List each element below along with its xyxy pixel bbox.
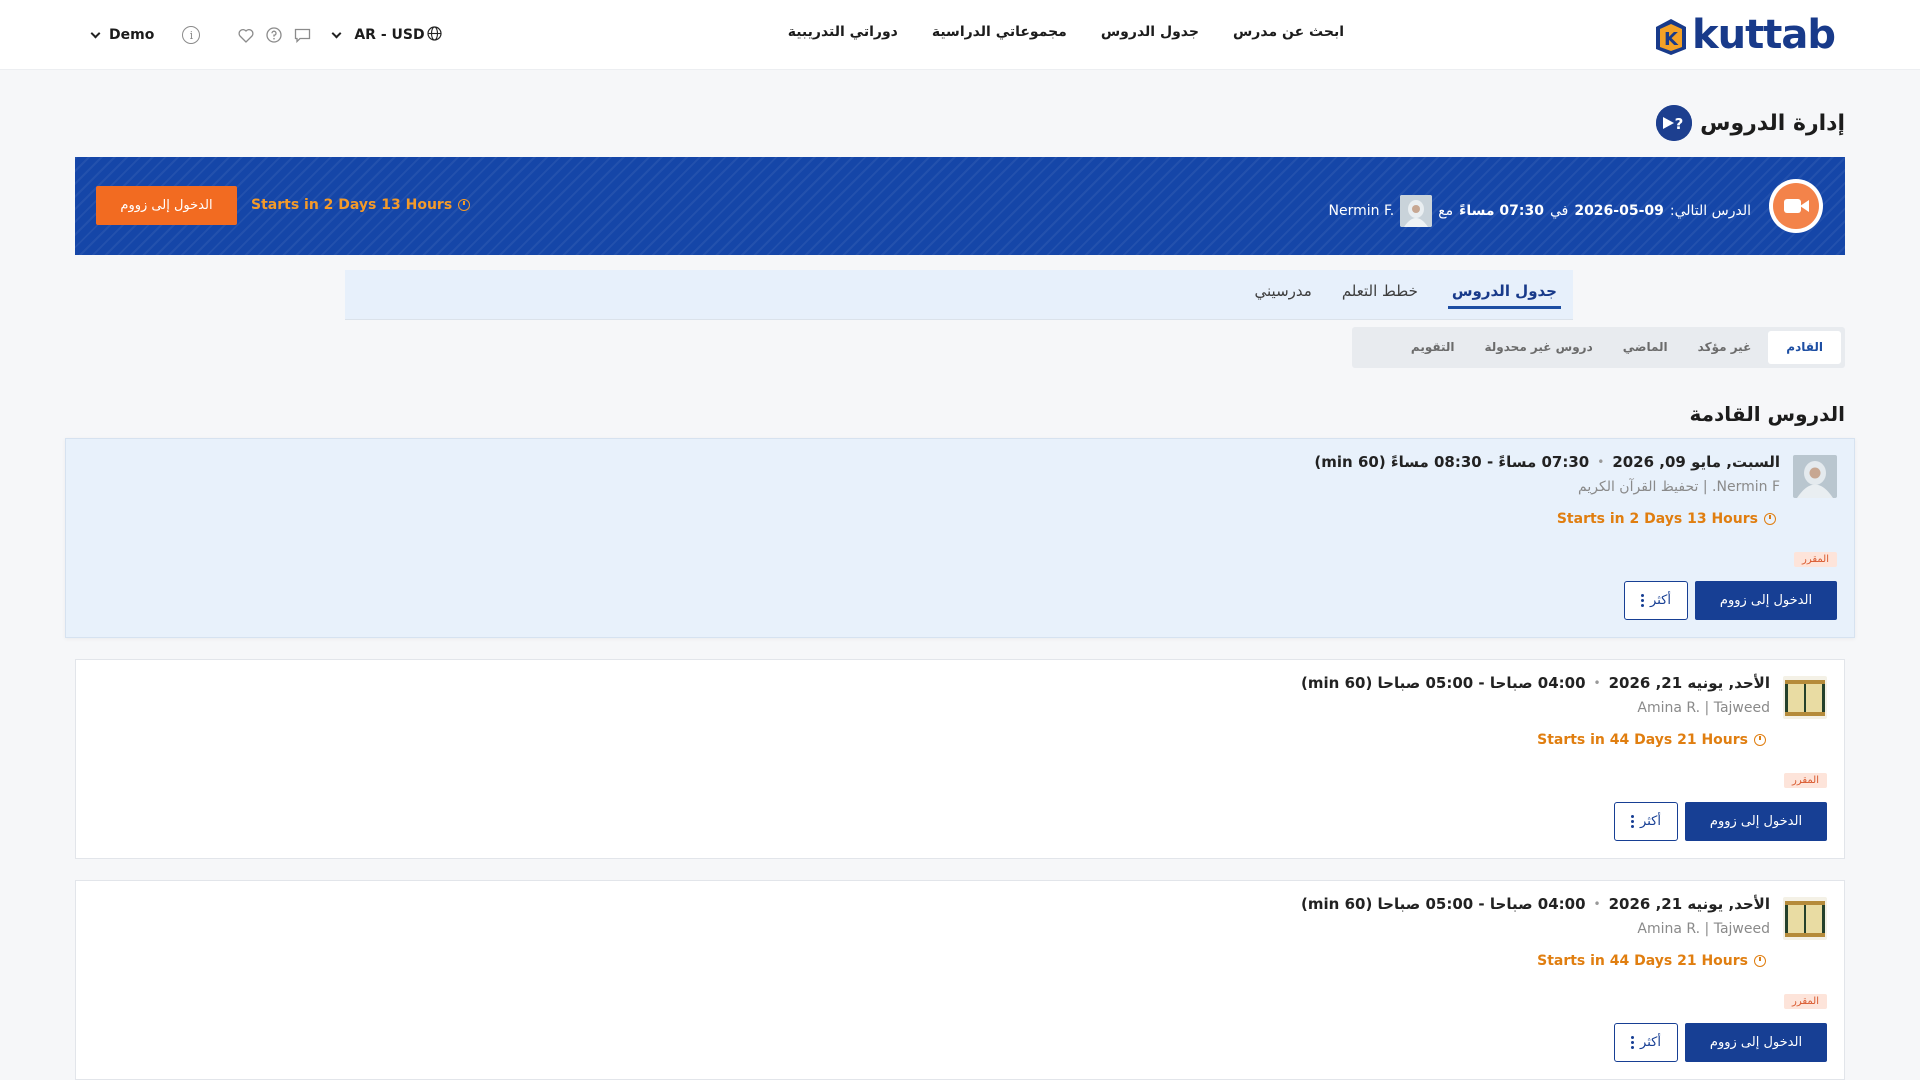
lesson-countdown: Starts in 44 Days 21 Hours xyxy=(1537,953,1766,969)
header-utilities: Demo i AR - USD xyxy=(90,22,442,48)
lesson-countdown: Starts in 44 Days 21 Hours xyxy=(1537,732,1766,748)
nav-find-teacher[interactable]: ابحث عن مدرس xyxy=(1233,24,1344,40)
globe-icon xyxy=(426,25,442,45)
help-video-icon[interactable]: ? xyxy=(1656,105,1693,141)
kebab-icon xyxy=(1631,1036,1635,1049)
lesson-time: 04:00 صباحا - 05:00 صباحا (60 min) xyxy=(1301,674,1586,692)
user-menu[interactable]: Demo xyxy=(90,27,155,43)
kebab-icon xyxy=(1641,594,1645,607)
lesson-teacher-course: Amina R. | Tajweed xyxy=(1637,921,1770,937)
more-button-label: أكثر xyxy=(1650,593,1671,608)
lesson-teacher-course: Amina R. | Tajweed xyxy=(1637,700,1770,716)
clock-icon xyxy=(1764,513,1776,525)
subtab-calendar[interactable]: التقويم xyxy=(1398,331,1468,364)
status-badge: المقرر xyxy=(1783,773,1827,788)
tab-my-teachers[interactable]: مدرسيني xyxy=(1255,282,1312,309)
next-lesson-info: الدرس التالي: 2026-05-09 في 07:30 مساءً … xyxy=(1329,195,1751,227)
lesson-card: الأحد, يونيه 21, 2026 • 04:00 صباحا - 05… xyxy=(75,659,1845,859)
lesson-filter-tabs: القادم غير مؤكد الماضي دروس غير محدولة ا… xyxy=(1352,327,1845,368)
clock-icon xyxy=(1754,734,1766,746)
chevron-down-icon xyxy=(90,28,101,38)
logo-text: kuttab xyxy=(1692,12,1836,58)
next-lesson-with-word: مع xyxy=(1438,203,1454,219)
next-lesson-teacher: Nermin F. xyxy=(1328,203,1395,219)
teacher-avatar xyxy=(1400,195,1433,227)
logo-mark-icon: K xyxy=(1652,15,1690,55)
next-lesson-date: 2026-05-09 xyxy=(1574,203,1664,219)
subtab-unconfirmed[interactable]: غير مؤكد xyxy=(1685,331,1765,364)
lesson-teacher-course: Nermin F. | تحفيظ القرآن الكريم xyxy=(1578,479,1780,495)
more-button-label: أكثر xyxy=(1640,814,1661,829)
lesson-time: 04:00 صباحا - 05:00 صباحا (60 min) xyxy=(1301,895,1586,913)
lesson-date: السبت, مايو 09, 2026 xyxy=(1612,453,1780,471)
lesson-datetime: السبت, مايو 09, 2026 • 07:30 مساءً - 08:… xyxy=(1314,453,1780,471)
page-title-text: إدارة الدروس xyxy=(1700,110,1845,136)
chevron-down-icon xyxy=(331,28,342,38)
user-name: Demo xyxy=(109,27,155,43)
heart-icon[interactable] xyxy=(238,28,254,43)
svg-text:?: ? xyxy=(1675,115,1684,133)
help-icon[interactable] xyxy=(266,27,282,43)
next-lesson-in-word: في xyxy=(1549,203,1569,219)
page-title: إدارة الدروس ? xyxy=(1656,105,1845,141)
info-icon[interactable]: i xyxy=(182,26,201,44)
teacher-avatar xyxy=(1793,455,1837,498)
subtab-upcoming[interactable]: القادم xyxy=(1768,331,1841,364)
chat-icon[interactable] xyxy=(294,28,311,43)
more-button[interactable]: أكثر xyxy=(1614,1023,1678,1062)
lesson-card: الأحد, يونيه 21, 2026 • 04:00 صباحا - 05… xyxy=(75,880,1845,1080)
lesson-time: 07:30 مساءً - 08:30 مساءً (60 min) xyxy=(1314,453,1590,471)
status-badge: المقرر xyxy=(1783,994,1827,1009)
top-navbar: K kuttab ابحث عن مدرس جدول الدروس مجموعا… xyxy=(0,0,1920,70)
lesson-countdown: Starts in 2 Days 13 Hours xyxy=(1557,511,1776,527)
quran-book-icon xyxy=(1783,897,1827,940)
video-camera-icon xyxy=(1773,183,1819,229)
lesson-date: الأحد, يونيه 21, 2026 xyxy=(1608,674,1770,692)
more-button-label: أكثر xyxy=(1640,1035,1661,1050)
lesson-datetime: الأحد, يونيه 21, 2026 • 04:00 صباحا - 05… xyxy=(1301,895,1770,913)
more-button[interactable]: أكثر xyxy=(1614,802,1678,841)
next-lesson-label: الدرس التالي: xyxy=(1669,203,1751,219)
nav-study-groups[interactable]: مجموعاتي الدراسية xyxy=(932,24,1067,40)
subtab-unscheduled[interactable]: دروس غير محدولة xyxy=(1472,331,1606,364)
language-currency-selector[interactable]: AR - USD xyxy=(331,25,442,45)
tab-lesson-schedule[interactable]: جدول الدروس xyxy=(1447,282,1561,309)
section-title: الدروس القادمة xyxy=(1689,402,1845,426)
lesson-starts-text: Starts in 44 Days 21 Hours xyxy=(1537,732,1748,748)
kuttab-logo[interactable]: K kuttab xyxy=(1652,12,1836,58)
lesson-starts-text: Starts in 44 Days 21 Hours xyxy=(1537,953,1748,969)
camera-badge xyxy=(1769,179,1823,233)
zoom-button[interactable]: الدخول إلى زووم xyxy=(1685,802,1827,841)
subtab-past[interactable]: الماضي xyxy=(1610,331,1681,364)
language-currency-label: AR - USD xyxy=(354,27,425,43)
quran-book-icon xyxy=(1783,676,1827,719)
lesson-datetime: الأحد, يونيه 21, 2026 • 04:00 صباحا - 05… xyxy=(1301,674,1770,692)
header-icon-group xyxy=(238,27,311,43)
lesson-tabs: جدول الدروس خطط التعلم مدرسيني xyxy=(345,270,1573,320)
lesson-date: الأحد, يونيه 21, 2026 xyxy=(1608,895,1770,913)
next-lesson-banner: الدرس التالي: 2026-05-09 في 07:30 مساءً … xyxy=(75,157,1845,255)
nav-my-courses[interactable]: دوراتي التدريبية xyxy=(788,24,898,40)
banner-countdown: Starts in 2 Days 13 Hours xyxy=(251,197,471,213)
clock-icon xyxy=(458,199,471,211)
nav-lesson-schedule[interactable]: جدول الدروس xyxy=(1101,24,1199,40)
main-nav: ابحث عن مدرس جدول الدروس مجموعاتي الدراس… xyxy=(788,24,1344,40)
lesson-starts-text: Starts in 2 Days 13 Hours xyxy=(1556,511,1758,527)
zoom-button[interactable]: الدخول إلى زووم xyxy=(1685,1023,1827,1062)
status-badge: المقرر xyxy=(1793,552,1837,567)
banner-zoom-button[interactable]: الدخول إلى زووم xyxy=(96,186,237,225)
kebab-icon xyxy=(1631,815,1635,828)
next-lesson-time: 07:30 مساءً xyxy=(1459,203,1544,219)
tab-learning-plans[interactable]: خطط التعلم xyxy=(1342,282,1418,309)
lesson-card: السبت, مايو 09, 2026 • 07:30 مساءً - 08:… xyxy=(65,438,1855,638)
svg-text:K: K xyxy=(1664,29,1679,50)
clock-icon xyxy=(1754,955,1766,967)
more-button[interactable]: أكثر xyxy=(1624,581,1688,620)
banner-starts-text: Starts in 2 Days 13 Hours xyxy=(251,197,453,213)
zoom-button[interactable]: الدخول إلى زووم xyxy=(1695,581,1837,620)
